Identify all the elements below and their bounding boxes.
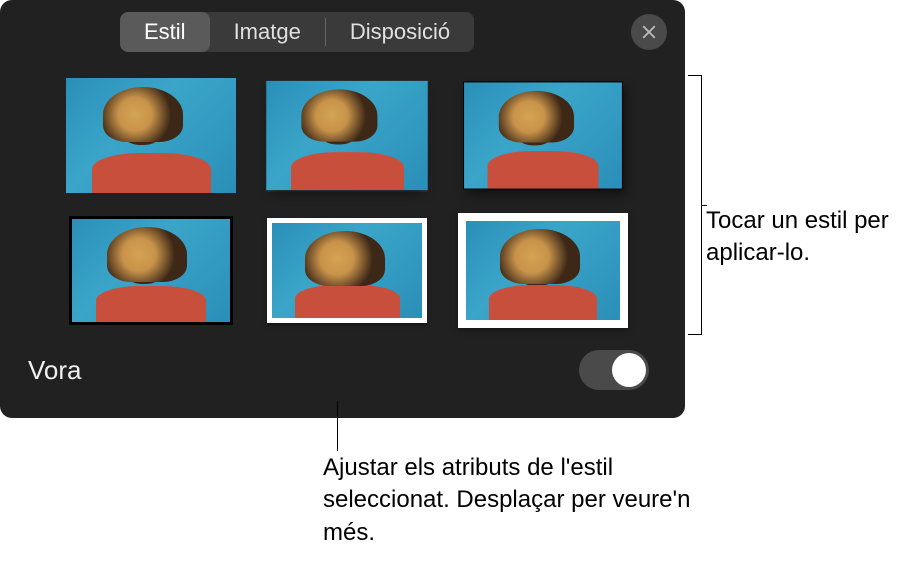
style-thumbnail[interactable]: [458, 213, 628, 328]
callout-bracket: [688, 75, 702, 335]
style-preview: [266, 81, 428, 190]
style-preview: [463, 81, 623, 189]
tab-bar: Estil Imatge Disposició: [0, 0, 685, 62]
border-toggle[interactable]: [579, 350, 649, 390]
style-preview: [69, 216, 233, 325]
style-thumbnail[interactable]: [458, 78, 628, 193]
close-icon: [640, 23, 658, 41]
style-thumbnail[interactable]: [66, 78, 236, 193]
style-thumbnail[interactable]: [66, 213, 236, 328]
style-preview: [267, 218, 427, 323]
callout-adjust-attrs: Ajustar els atributs de l'estil seleccio…: [323, 452, 693, 549]
segmented-control: Estil Imatge Disposició: [120, 12, 474, 52]
tab-layout[interactable]: Disposició: [326, 12, 474, 52]
style-preview: [458, 213, 628, 328]
border-label: Vora: [28, 355, 82, 386]
style-grid: [0, 62, 685, 328]
callout-tap-style: Tocar un estil per aplicar-lo.: [706, 205, 901, 270]
border-row: Vora: [0, 328, 685, 390]
style-preview: [66, 78, 236, 193]
close-button[interactable]: [631, 14, 667, 50]
tab-image[interactable]: Imatge: [210, 12, 325, 52]
tab-style[interactable]: Estil: [120, 12, 210, 52]
format-panel: Estil Imatge Disposició: [0, 0, 685, 418]
style-thumbnail[interactable]: [262, 213, 432, 328]
callout-line: [337, 401, 338, 451]
style-thumbnail[interactable]: [262, 78, 432, 193]
